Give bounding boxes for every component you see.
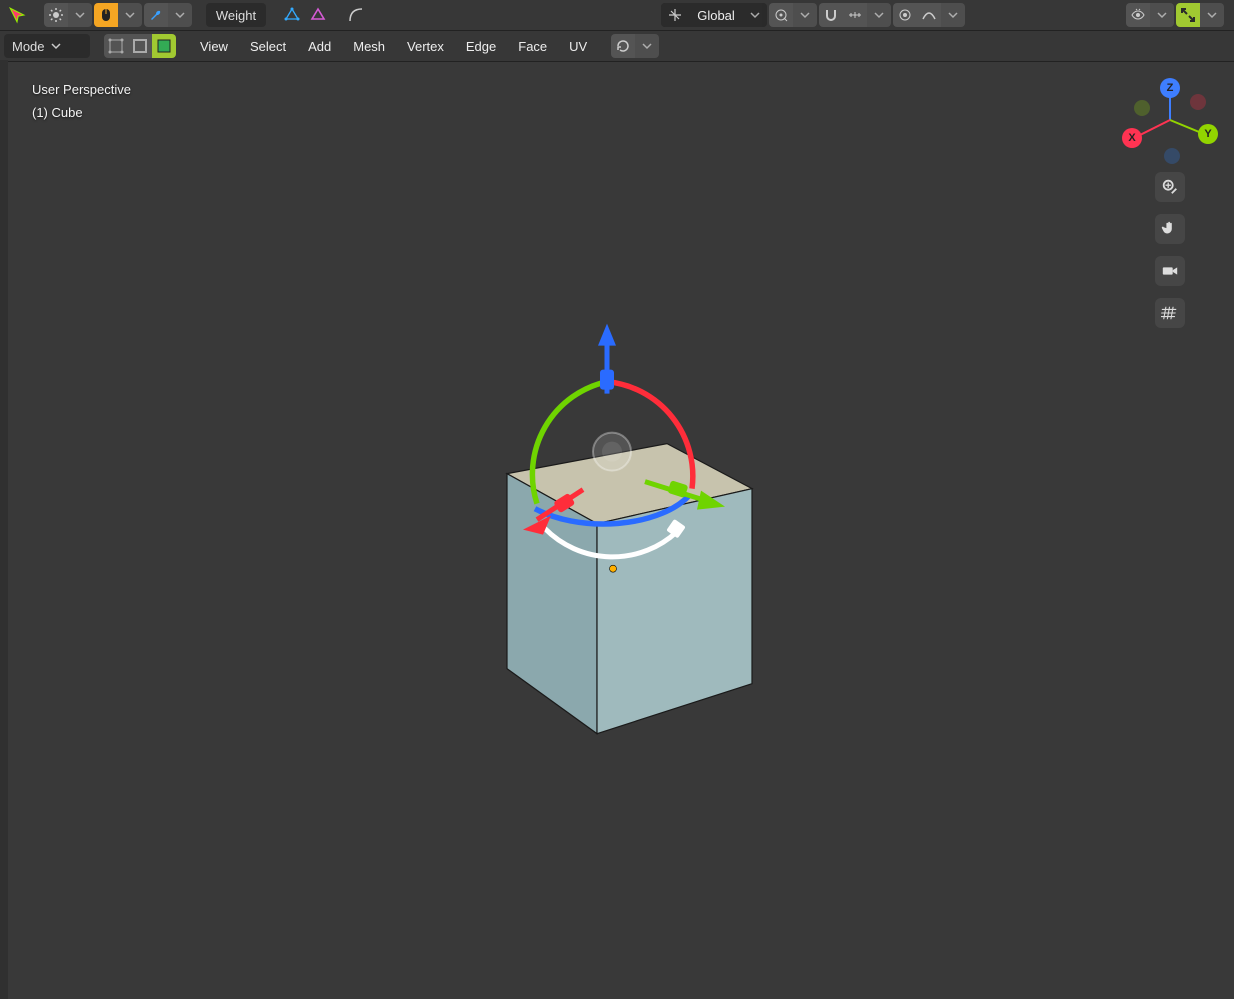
axis-y[interactable]: Y [1198, 124, 1218, 144]
chevron-down-icon[interactable] [1200, 3, 1224, 27]
axis-neg-z[interactable] [1164, 148, 1180, 164]
cursor-icon[interactable] [4, 3, 30, 27]
side-scrollbar[interactable] [0, 60, 8, 999]
gizmo-handle-z[interactable] [600, 369, 614, 389]
snap-group[interactable] [819, 3, 891, 27]
chevron-down-icon[interactable] [941, 3, 965, 27]
viewport-3d[interactable]: User Perspective (1) Cube Z Y X [0, 62, 1234, 999]
options-dropdown[interactable] [44, 3, 92, 27]
chevron-down-icon[interactable] [68, 3, 92, 27]
axis-z[interactable]: Z [1160, 78, 1180, 98]
menu-select[interactable]: Select [240, 31, 296, 61]
axis-x[interactable]: X [1122, 128, 1142, 148]
orientation-icon[interactable] [661, 3, 689, 27]
perspective-label: User Perspective [32, 78, 131, 101]
menu-mesh[interactable]: Mesh [343, 31, 395, 61]
viewport-info: User Perspective (1) Cube [32, 78, 131, 125]
viewport-right-tools: Z Y X [1130, 80, 1210, 328]
chevron-down-icon[interactable] [793, 3, 817, 27]
axis-neg-y[interactable] [1134, 100, 1150, 116]
mode-selector[interactable]: Mode [4, 34, 90, 58]
axis-neg-x[interactable] [1190, 94, 1206, 110]
chevron-down-icon[interactable] [867, 3, 891, 27]
visibility-icon[interactable] [1126, 3, 1150, 27]
proportional-edit-group[interactable] [893, 3, 965, 27]
wrench-icon[interactable] [144, 3, 168, 27]
wrench-dropdown[interactable] [144, 3, 192, 27]
mouse-icon[interactable] [94, 3, 118, 27]
edge-mode-icon[interactable] [128, 34, 152, 58]
mouse-dropdown[interactable] [94, 3, 142, 27]
vertex-mode-icon[interactable] [104, 34, 128, 58]
fullscreen-icon[interactable] [1176, 3, 1200, 27]
menu-vertex[interactable]: Vertex [397, 31, 454, 61]
menu-uv[interactable]: UV [559, 31, 597, 61]
snap-mode-icon[interactable] [843, 3, 867, 27]
navigation-gizmo[interactable]: Z Y X [1130, 80, 1210, 160]
arc-icon[interactable] [344, 3, 368, 27]
header-right-controls [1126, 0, 1224, 30]
chevron-down-icon[interactable] [118, 3, 142, 27]
gizmo-arrow-z[interactable] [598, 323, 616, 345]
menu-view[interactable]: View [190, 31, 238, 61]
camera-icon[interactable] [1155, 256, 1185, 286]
orientation-dropdown[interactable]: Global [661, 3, 767, 27]
history-icon[interactable] [611, 34, 635, 58]
origin-dot [610, 565, 617, 572]
chevron-down-icon[interactable] [743, 3, 767, 27]
menu-edge[interactable]: Edge [456, 31, 506, 61]
pan-icon[interactable] [1155, 214, 1185, 244]
zoom-icon[interactable] [1155, 172, 1185, 202]
object-label: (1) Cube [32, 101, 131, 124]
viewport-header: Mode View Select Add Mesh Vertex Edge Fa… [0, 31, 1234, 62]
checker-icon[interactable] [370, 3, 394, 27]
vertex-select-icon[interactable] [280, 3, 304, 27]
pivot-dropdown[interactable] [769, 3, 817, 27]
chevron-down-icon[interactable] [635, 34, 659, 58]
chevron-down-icon[interactable] [1150, 3, 1174, 27]
pivot-icon[interactable] [769, 3, 793, 27]
proportional-edit-icon[interactable] [893, 3, 917, 27]
falloff-icon[interactable] [917, 3, 941, 27]
chevron-down-icon[interactable] [168, 3, 192, 27]
snap-icon[interactable] [819, 3, 843, 27]
cube-object[interactable] [417, 323, 817, 786]
edge-select-icon[interactable] [306, 3, 330, 27]
visibility-dropdown[interactable] [1126, 3, 1174, 27]
weight-field[interactable]: Weight [206, 3, 266, 27]
grid-icon[interactable] [1155, 298, 1185, 328]
history-dropdown[interactable] [611, 34, 659, 58]
fullscreen-dropdown[interactable] [1176, 3, 1224, 27]
menu-face[interactable]: Face [508, 31, 557, 61]
orientation-label[interactable]: Global [689, 3, 743, 27]
menu-add[interactable]: Add [298, 31, 341, 61]
tool-settings-bar: Weight Global [0, 0, 1234, 31]
selection-mode-group [104, 34, 176, 58]
mode-label: Mode [12, 39, 45, 54]
face-mode-icon[interactable] [152, 34, 176, 58]
options-icon[interactable] [44, 3, 68, 27]
